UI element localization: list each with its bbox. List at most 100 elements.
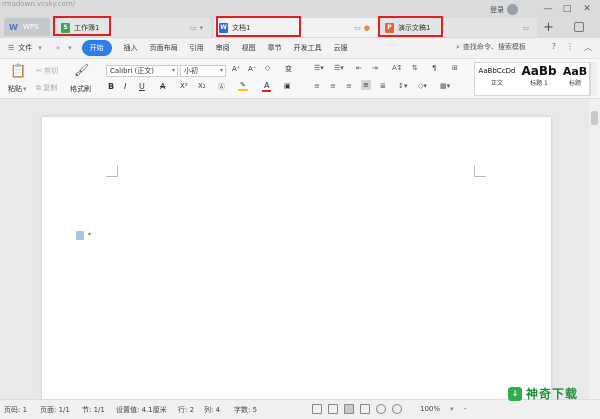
cloud-icon[interactable]: ▭ [354, 24, 361, 32]
document-page[interactable] [42, 117, 551, 399]
italic-button[interactable]: I [124, 82, 126, 91]
wps-logo-icon: W [9, 22, 18, 32]
eye-protection-icon[interactable] [392, 404, 402, 414]
copy-button[interactable]: ⧉ 复制 [36, 83, 57, 93]
highlighter-icon: ✎ [240, 81, 246, 89]
new-tab-button[interactable]: + [543, 20, 554, 35]
align-center-icon[interactable]: ≡ [330, 82, 336, 90]
underline-button[interactable]: U [139, 82, 145, 91]
chevron-down-icon[interactable]: ▾ [88, 231, 91, 238]
distributed-icon[interactable]: ≣ [380, 82, 386, 90]
tab-presentation[interactable]: P 演示文稿1 ▭ [380, 18, 537, 37]
menu-tab-cloud[interactable]: 云服 [334, 43, 348, 53]
strikethrough-button[interactable]: A [160, 82, 165, 91]
superscript-button[interactable]: X² [180, 82, 188, 90]
tab-document[interactable]: W 文档1 ▭ ● [214, 18, 378, 37]
clipboard-icon[interactable]: 📋 [10, 64, 26, 79]
tab-spreadsheet[interactable]: S 工作簿1 ▭ ▾ [56, 18, 211, 37]
highlight-color-button[interactable]: ✎ [238, 81, 248, 91]
chevron-down-icon[interactable]: ▾ [450, 405, 454, 413]
menu-file[interactable]: 文件 [18, 43, 32, 53]
bullet-list-icon[interactable]: ☰▾ [314, 64, 324, 72]
scrollbar-thumb[interactable] [591, 111, 598, 125]
text-effect-icon[interactable]: Ⓐ [218, 82, 225, 92]
status-words[interactable]: 字数: 5 [234, 405, 257, 415]
zoom-level[interactable]: 100% [420, 405, 440, 413]
menu-tab-start[interactable]: 开始 [81, 40, 112, 56]
style-normal[interactable]: AaBbCcDd 正文 [478, 67, 516, 87]
outline-view-icon[interactable] [360, 404, 370, 414]
read-mode-icon[interactable] [328, 404, 338, 414]
subscript-button[interactable]: X₂ [198, 82, 206, 90]
show-marks-icon[interactable]: ¶ [432, 64, 436, 72]
numbered-list-icon[interactable]: ☰▾ [334, 64, 344, 72]
format-painter-button[interactable]: 格式刷 [70, 84, 91, 94]
align-left-icon[interactable]: ≡ [314, 82, 320, 90]
menu-tab-page-layout[interactable]: 页面布局 [150, 43, 178, 53]
decrease-indent-icon[interactable]: ⇤ [356, 64, 362, 72]
title-bar: rmadown.vcsky.com/ W WPS S 工作簿1 ▭ ▾ W 文档… [0, 0, 600, 38]
login-area[interactable]: 登录 [490, 4, 518, 15]
menu-tab-view[interactable]: 视图 [242, 43, 256, 53]
text-direction-icon[interactable]: A↕ [392, 64, 403, 72]
more-icon[interactable]: ⋮ [566, 42, 574, 53]
font-name-select[interactable]: Calibri (正文) ▾ [106, 65, 178, 77]
maximize-button[interactable]: □ [560, 2, 574, 16]
page-view-icon[interactable] [344, 404, 354, 414]
menu-tab-review[interactable]: 审阅 [216, 43, 230, 53]
font-name-value: Calibri (正文) [110, 67, 155, 75]
table-icon[interactable]: ⊞ [452, 64, 458, 72]
grow-font-button[interactable]: A⁺ [232, 65, 240, 73]
font-size-select[interactable]: 小初 ▾ [180, 65, 226, 77]
sort-icon[interactable]: ⇅ [412, 64, 418, 72]
menu-tab-chapter[interactable]: 章节 [268, 43, 282, 53]
shrink-font-button[interactable]: A⁻ [248, 65, 256, 73]
more-arrows-icon[interactable]: » [56, 44, 60, 52]
chevron-down-icon[interactable]: ▾ [38, 44, 42, 52]
web-view-icon[interactable] [376, 404, 386, 414]
style-heading-1[interactable]: AaBb 标题 1 [519, 64, 559, 87]
tab-wps-home[interactable]: W WPS [4, 18, 50, 36]
pinyin-button[interactable]: 变 [285, 64, 292, 74]
brand-watermark: ↓ 神奇下载 [508, 385, 578, 402]
copy-icon: ⧉ [36, 83, 41, 92]
tab-presentation-label: 演示文稿1 [398, 23, 431, 32]
menu-tab-developer[interactable]: 开发工具 [294, 43, 322, 53]
clear-format-button[interactable]: ◇ [265, 64, 270, 72]
cloud-icon[interactable]: ▭ [190, 24, 197, 32]
cut-button[interactable]: ✂ 剪切 [36, 66, 58, 76]
style-title[interactable]: AaB 标题 [561, 65, 589, 87]
menu-tab-insert[interactable]: 插入 [124, 43, 138, 53]
paste-options-icon[interactable] [76, 231, 84, 240]
justify-icon[interactable]: ≡ [361, 80, 371, 90]
close-button[interactable]: ✕ [580, 2, 594, 16]
shading-icon[interactable]: ◇▾ [418, 82, 427, 90]
increase-indent-icon[interactable]: ⇥ [372, 64, 378, 72]
help-icon[interactable]: ? [552, 42, 556, 53]
fullscreen-icon[interactable] [312, 404, 322, 414]
chevron-down-icon[interactable]: ▾ [68, 44, 72, 52]
tab-spreadsheet-label: 工作簿1 [74, 23, 100, 32]
cloud-icon[interactable]: ▭ [522, 24, 529, 32]
line-spacing-icon[interactable]: ↕▾ [398, 82, 407, 90]
status-page[interactable]: 页码: 1 [4, 405, 27, 415]
command-search[interactable]: ⌕ 查找命令、搜索模板 [456, 42, 526, 52]
collapse-ribbon-icon[interactable]: ︿ [584, 42, 592, 53]
zoom-out-button[interactable]: - [464, 405, 467, 413]
bold-button[interactable]: B [108, 82, 114, 91]
panel-icon[interactable] [574, 22, 584, 32]
styles-scrollbar[interactable] [590, 62, 597, 96]
chevron-down-icon[interactable]: ▾ [199, 24, 203, 32]
presentation-icon: P [385, 22, 394, 33]
border-icon[interactable]: ▦▾ [440, 82, 450, 90]
menu-tab-references[interactable]: 引用 [190, 43, 204, 53]
hamburger-icon[interactable]: ☰ [8, 44, 14, 52]
char-border-icon[interactable]: ▣ [284, 82, 291, 90]
vertical-scrollbar[interactable] [589, 99, 600, 399]
minimize-button[interactable]: — [541, 2, 555, 16]
font-color-button[interactable]: A [262, 81, 272, 92]
paste-button[interactable]: 粘贴 ▾ [8, 84, 27, 94]
align-right-icon[interactable]: ≡ [346, 82, 352, 90]
font-size-value: 小初 [184, 67, 198, 75]
status-pages: 页面: 1/1 [40, 406, 70, 414]
